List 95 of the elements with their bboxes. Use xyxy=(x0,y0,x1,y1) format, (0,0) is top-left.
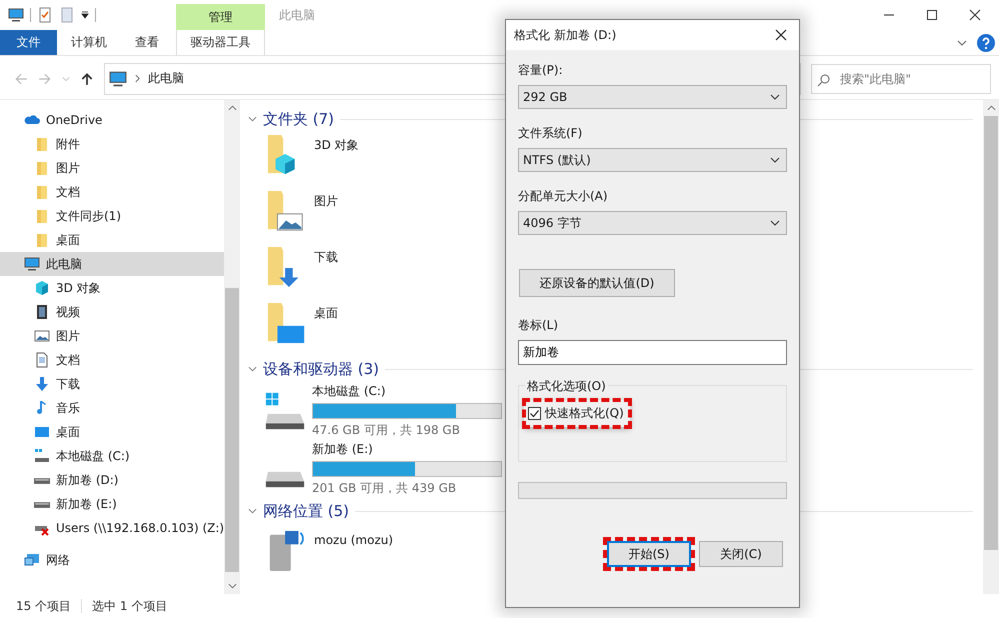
drive-icon xyxy=(34,500,50,508)
sidebar-item[interactable]: 新加卷 (E:) xyxy=(0,492,224,516)
free-space-text: 201 GB 可用，共 439 GB xyxy=(312,480,458,497)
sidebar-item[interactable]: 视频 xyxy=(0,300,224,324)
ribbon-tab[interactable]: 查看 xyxy=(121,30,173,55)
sidebar-item[interactable]: 下载 xyxy=(0,372,224,396)
folder-icon xyxy=(34,160,50,176)
sidebar-item[interactable]: Users (\\192.168.0.103) (Z:) xyxy=(0,516,224,540)
drive-name[interactable]: 新加卷 (E:) xyxy=(312,441,502,458)
ribbon-tab[interactable]: 计算机 xyxy=(57,30,121,55)
field-label: 卷标(L) xyxy=(518,317,560,334)
dropdown[interactable]: NTFS (默认) xyxy=(518,148,787,172)
section-header[interactable]: 网络位置 (5) xyxy=(263,502,350,520)
section-header[interactable]: 设备和驱动器 (3) xyxy=(263,360,380,378)
chevron-down-icon[interactable] xyxy=(248,508,257,514)
item-name[interactable]: 下载 xyxy=(314,249,338,266)
scrollbar[interactable] xyxy=(983,100,999,594)
scroll-up-icon[interactable] xyxy=(228,105,237,111)
chevron-down-icon[interactable] xyxy=(957,40,967,46)
item-name[interactable]: 图片 xyxy=(314,193,338,210)
scrollbar[interactable] xyxy=(224,100,240,594)
start-button[interactable]: 开始(S) xyxy=(607,541,691,567)
folder-icon xyxy=(34,232,50,248)
sidebar-item[interactable]: 此电脑 xyxy=(0,252,224,276)
sidebar-item[interactable]: 文件同步(1) xyxy=(0,204,224,228)
dropdown-icon[interactable] xyxy=(81,11,89,19)
chevron-down-icon[interactable] xyxy=(248,366,257,372)
properties-icon[interactable] xyxy=(37,7,53,23)
item-name[interactable]: mozu (mozu) xyxy=(314,533,394,547)
chevron-right-icon xyxy=(135,74,140,83)
scroll-down-icon[interactable] xyxy=(228,583,237,589)
drive-name[interactable]: 本地磁盘 (C:) xyxy=(312,383,502,400)
item-name[interactable]: 3D 对象 xyxy=(314,137,359,154)
window-title: 此电脑 xyxy=(279,6,316,24)
dropdown[interactable]: 292 GB xyxy=(518,85,787,109)
close-icon[interactable] xyxy=(969,9,981,21)
sidebar-item[interactable]: 桌面 xyxy=(0,420,224,444)
field-label: 容量(P): xyxy=(518,62,564,79)
sidebar-item[interactable]: 图片 xyxy=(0,324,224,348)
sidebar-item[interactable]: 文档 xyxy=(0,348,224,372)
folder-icon xyxy=(34,208,50,224)
sidebar-item[interactable]: 图片 xyxy=(0,156,224,180)
sidebar-item[interactable]: 音乐 xyxy=(0,396,224,420)
selection-count: 选中 1 个项目 xyxy=(92,598,168,614)
chevron-down-icon xyxy=(770,220,780,226)
dropdown[interactable]: 4096 字节 xyxy=(518,211,787,235)
scroll-up-icon[interactable] xyxy=(986,105,996,111)
dialog-title: 格式化 新加卷 (D:) xyxy=(514,26,616,44)
section-header[interactable]: 文件夹 (7) xyxy=(263,110,334,128)
folder-icon xyxy=(34,184,50,200)
checkbox[interactable] xyxy=(528,407,541,420)
free-space-text: 47.6 GB 可用，共 198 GB xyxy=(312,422,461,439)
desktop-icon xyxy=(34,424,50,440)
field-label: 文件系统(F) xyxy=(518,125,584,142)
network-icon xyxy=(24,552,40,568)
volume-label-field[interactable]: 新加卷 xyxy=(518,340,787,365)
sidebar-item[interactable]: OneDrive xyxy=(0,108,224,132)
cube-icon xyxy=(34,280,50,296)
search-icon xyxy=(817,72,831,86)
up-arrow-icon[interactable] xyxy=(80,72,94,86)
item-name[interactable]: 桌面 xyxy=(314,305,338,322)
folder-icon xyxy=(34,136,50,152)
restore-defaults-button[interactable]: 还原设备的默认值(D) xyxy=(519,269,675,297)
document-icon xyxy=(34,352,50,368)
computer-icon[interactable] xyxy=(8,7,24,23)
sidebar-item[interactable]: 新加卷 (D:) xyxy=(0,468,224,492)
sidebar-item[interactable]: 网络 xyxy=(0,548,224,572)
field-label: 分配单元大小(A) xyxy=(518,188,609,205)
computer-icon xyxy=(109,70,127,88)
sidebar-item[interactable]: 本地磁盘 (C:) xyxy=(0,444,224,468)
maximize-icon[interactable] xyxy=(926,9,938,21)
close-icon[interactable] xyxy=(775,29,787,41)
group-legend: 格式化选项(O) xyxy=(525,378,608,395)
close-button[interactable]: 关闭(C) xyxy=(699,541,783,567)
path-segment[interactable]: 此电脑 xyxy=(148,70,184,87)
help-icon[interactable] xyxy=(977,34,995,52)
image-icon xyxy=(34,328,50,344)
chevron-down-icon[interactable] xyxy=(248,116,257,122)
sidebar-item[interactable]: 桌面 xyxy=(0,228,224,252)
chevron-down-icon xyxy=(770,94,780,100)
down-arrow-icon xyxy=(34,376,50,392)
context-tab-group: 管理 xyxy=(176,4,265,30)
item-count: 15 个项目 xyxy=(16,598,72,614)
ribbon-tab[interactable]: 驱动器工具 xyxy=(176,30,265,55)
drive-icon xyxy=(34,476,50,484)
sidebar-item[interactable]: 3D 对象 xyxy=(0,276,224,300)
search-field[interactable]: 搜索"此电脑" xyxy=(811,64,991,94)
film-icon xyxy=(34,304,50,320)
checkbox-label[interactable]: 快速格式化(Q) xyxy=(545,405,624,422)
chevron-down-icon xyxy=(770,157,780,163)
sidebar-item[interactable]: 文档 xyxy=(0,180,224,204)
sidebar-item[interactable]: 附件 xyxy=(0,132,224,156)
ribbon-tab[interactable]: 文件 xyxy=(0,30,57,55)
drive-icon xyxy=(34,448,50,464)
computer-icon xyxy=(24,256,40,272)
